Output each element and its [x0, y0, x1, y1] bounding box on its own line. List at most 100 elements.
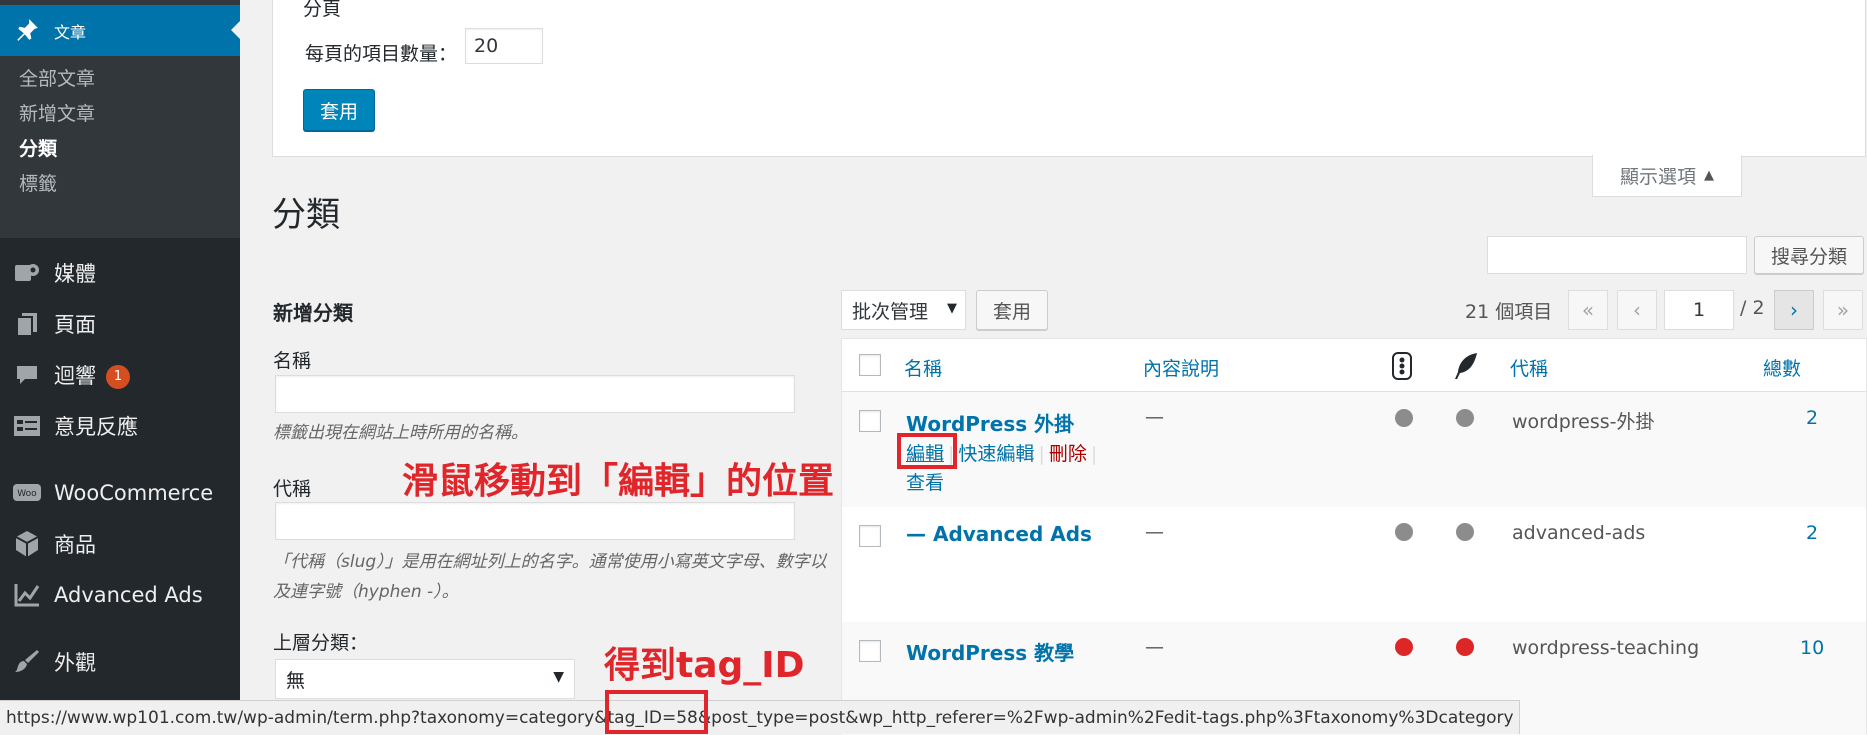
screen-options-toggle[interactable]: 顯示選項 ▲ [1592, 155, 1742, 197]
submenu-add-post[interactable]: 新增文章 [19, 99, 95, 126]
screen-options-apply-button[interactable]: 套用 [303, 89, 375, 131]
column-count[interactable]: 總數 [1763, 354, 1801, 381]
term-count-link[interactable]: 2 [1806, 407, 1818, 429]
last-page-button[interactable]: » [1823, 290, 1863, 330]
name-label: 名稱 [273, 350, 312, 372]
term-description: — [1145, 521, 1164, 543]
add-category-title: 新增分類 [273, 301, 353, 325]
sidebar-item-label: 媒體 [54, 262, 96, 286]
sidebar-item-label: 商品 [54, 533, 96, 557]
submenu-tags[interactable]: 標籤 [19, 169, 57, 196]
sidebar-item-label: 文章 [54, 22, 87, 42]
edit-highlight-box [897, 433, 957, 469]
search-categories-input[interactable] [1487, 236, 1747, 274]
annotation-hover-edit: 滑鼠移動到「編輯」的位置 [402, 461, 835, 502]
sidebar-submenu: 全部文章 新增文章 分類 標籤 [0, 56, 240, 238]
column-name[interactable]: 名稱 [904, 354, 942, 381]
slug-description: 「代稱（slug）」是用在網址列上的名字。通常使用小寫英文字母、數字以及連字號（… [273, 552, 827, 602]
sidebar-item-feedback[interactable]: 意見反應 [0, 406, 240, 446]
feather-icon [1453, 352, 1479, 384]
sidebar-item-comments[interactable]: 迴響 1 [0, 355, 240, 395]
search-categories-button[interactable]: 搜尋分類 [1754, 236, 1864, 274]
comments-count-badge: 1 [106, 365, 130, 389]
sidebar-item-woocommerce[interactable]: Woo WooCommerce [0, 473, 240, 513]
submenu-categories[interactable]: 分類 [19, 134, 57, 161]
term-name-link[interactable]: — Advanced Ads [906, 522, 1092, 546]
select-all-checkbox[interactable] [859, 354, 881, 376]
term-slug: advanced-ads [1512, 522, 1646, 544]
per-page-input[interactable] [465, 28, 543, 64]
term-count-link[interactable]: 2 [1806, 522, 1818, 544]
separator: | [1090, 443, 1098, 465]
bulk-select-value: 批次管理 [852, 300, 929, 323]
sidebar-item-label: 迴響 1 [54, 360, 130, 390]
term-description: — [1145, 406, 1164, 428]
chevron-down-icon: ▼ [553, 669, 564, 685]
sidebar-item-label: Advanced Ads [54, 583, 203, 607]
svg-text:Woo: Woo [17, 489, 37, 499]
sidebar-item-products[interactable]: 商品 [0, 524, 240, 564]
sidebar-item-appearance[interactable]: 外觀 [0, 642, 240, 682]
prev-page-button[interactable]: ‹ [1617, 290, 1657, 330]
table-row: WordPress 外掛 — wordpress-外掛 2 編輯 | 快速編輯 | 刪除… [842, 392, 1866, 507]
screen-options-label: 顯示選項 [1619, 166, 1696, 188]
caret-up-icon: ▲ [1704, 168, 1714, 183]
first-page-button[interactable]: « [1568, 290, 1608, 330]
feedback-icon [12, 411, 42, 441]
media-icon [12, 258, 42, 288]
name-description: 標籤出現在網站上時所用的名稱。 [273, 423, 528, 443]
category-name-input[interactable] [275, 375, 795, 413]
column-slug[interactable]: 代稱 [1510, 354, 1548, 381]
status-dot [1395, 409, 1413, 427]
sidebar-item-advanced-ads[interactable]: Advanced Ads [0, 575, 240, 615]
submenu-all-posts[interactable]: 全部文章 [19, 64, 95, 91]
status-dot [1395, 638, 1413, 656]
advanced-ads-icon [12, 580, 42, 610]
admin-sidebar: 文章 全部文章 新增文章 分類 標籤 媒體 頁面 迴響 1 意見反應 Woo W… [0, 0, 240, 734]
category-slug-input[interactable] [275, 502, 795, 540]
row-checkbox[interactable] [859, 640, 881, 662]
status-url-suffix: &post_type=post&wp_http_referer=%2Fwp-ad… [697, 707, 1514, 728]
bulk-actions-select[interactable]: 批次管理 ▼ [841, 290, 966, 330]
delete-link[interactable]: 刪除 [1049, 443, 1087, 465]
column-description[interactable]: 內容說明 [1143, 354, 1219, 381]
term-description: — [1145, 636, 1164, 658]
current-page-input[interactable]: 1 [1664, 290, 1734, 330]
table-row: — Advanced Ads — advanced-ads 2 [842, 507, 1866, 622]
next-page-button[interactable]: › [1774, 290, 1814, 330]
status-dot [1456, 638, 1474, 656]
row-checkbox[interactable] [859, 525, 881, 547]
per-page-label: 每頁的項目數量： [305, 43, 458, 65]
quick-edit-link[interactable]: 快速編輯 [958, 443, 1034, 465]
sidebar-item-posts[interactable]: 文章 [0, 5, 240, 56]
status-dot [1456, 523, 1474, 541]
sidebar-item-label: 意見反應 [54, 415, 138, 439]
appearance-icon [12, 647, 42, 677]
status-dot [1456, 409, 1474, 427]
term-slug: wordpress-外掛 [1512, 411, 1655, 433]
browser-status-bar: https://www.wp101.com.tw/wp-admin/term.p… [0, 700, 1520, 734]
categories-table: 名稱 內容說明 代稱 總數 WordPress 外掛 — wordpress-外… [841, 338, 1867, 735]
woocommerce-icon: Woo [12, 478, 42, 508]
separator: | [1038, 443, 1045, 465]
total-pages: / 2 [1740, 297, 1765, 319]
items-count: 21 個項目 [1465, 301, 1553, 323]
row-checkbox[interactable] [859, 410, 881, 432]
annotation-get-tag-id: 得到tag_ID [604, 645, 805, 686]
sidebar-item-pages[interactable]: 頁面 [0, 304, 240, 344]
products-icon [12, 529, 42, 559]
term-name-link[interactable]: WordPress 教學 [906, 637, 1074, 666]
pin-icon [12, 15, 42, 45]
sidebar-item-label: 外觀 [54, 651, 96, 675]
sidebar-item-media[interactable]: 媒體 [0, 253, 240, 293]
view-link[interactable]: 查看 [906, 468, 1101, 495]
sidebar-item-label: WooCommerce [54, 481, 214, 505]
term-count-link[interactable]: 10 [1800, 637, 1824, 659]
chevron-down-icon: ▼ [947, 301, 957, 316]
parent-category-select[interactable]: 無 ▼ [275, 659, 575, 699]
comments-label: 迴響 [54, 364, 96, 388]
pagination-section-title: 分頁 [303, 0, 342, 20]
bulk-apply-button[interactable]: 套用 [976, 290, 1048, 330]
page-title: 分類 [272, 195, 340, 235]
parent-label: 上層分類： [273, 632, 369, 654]
